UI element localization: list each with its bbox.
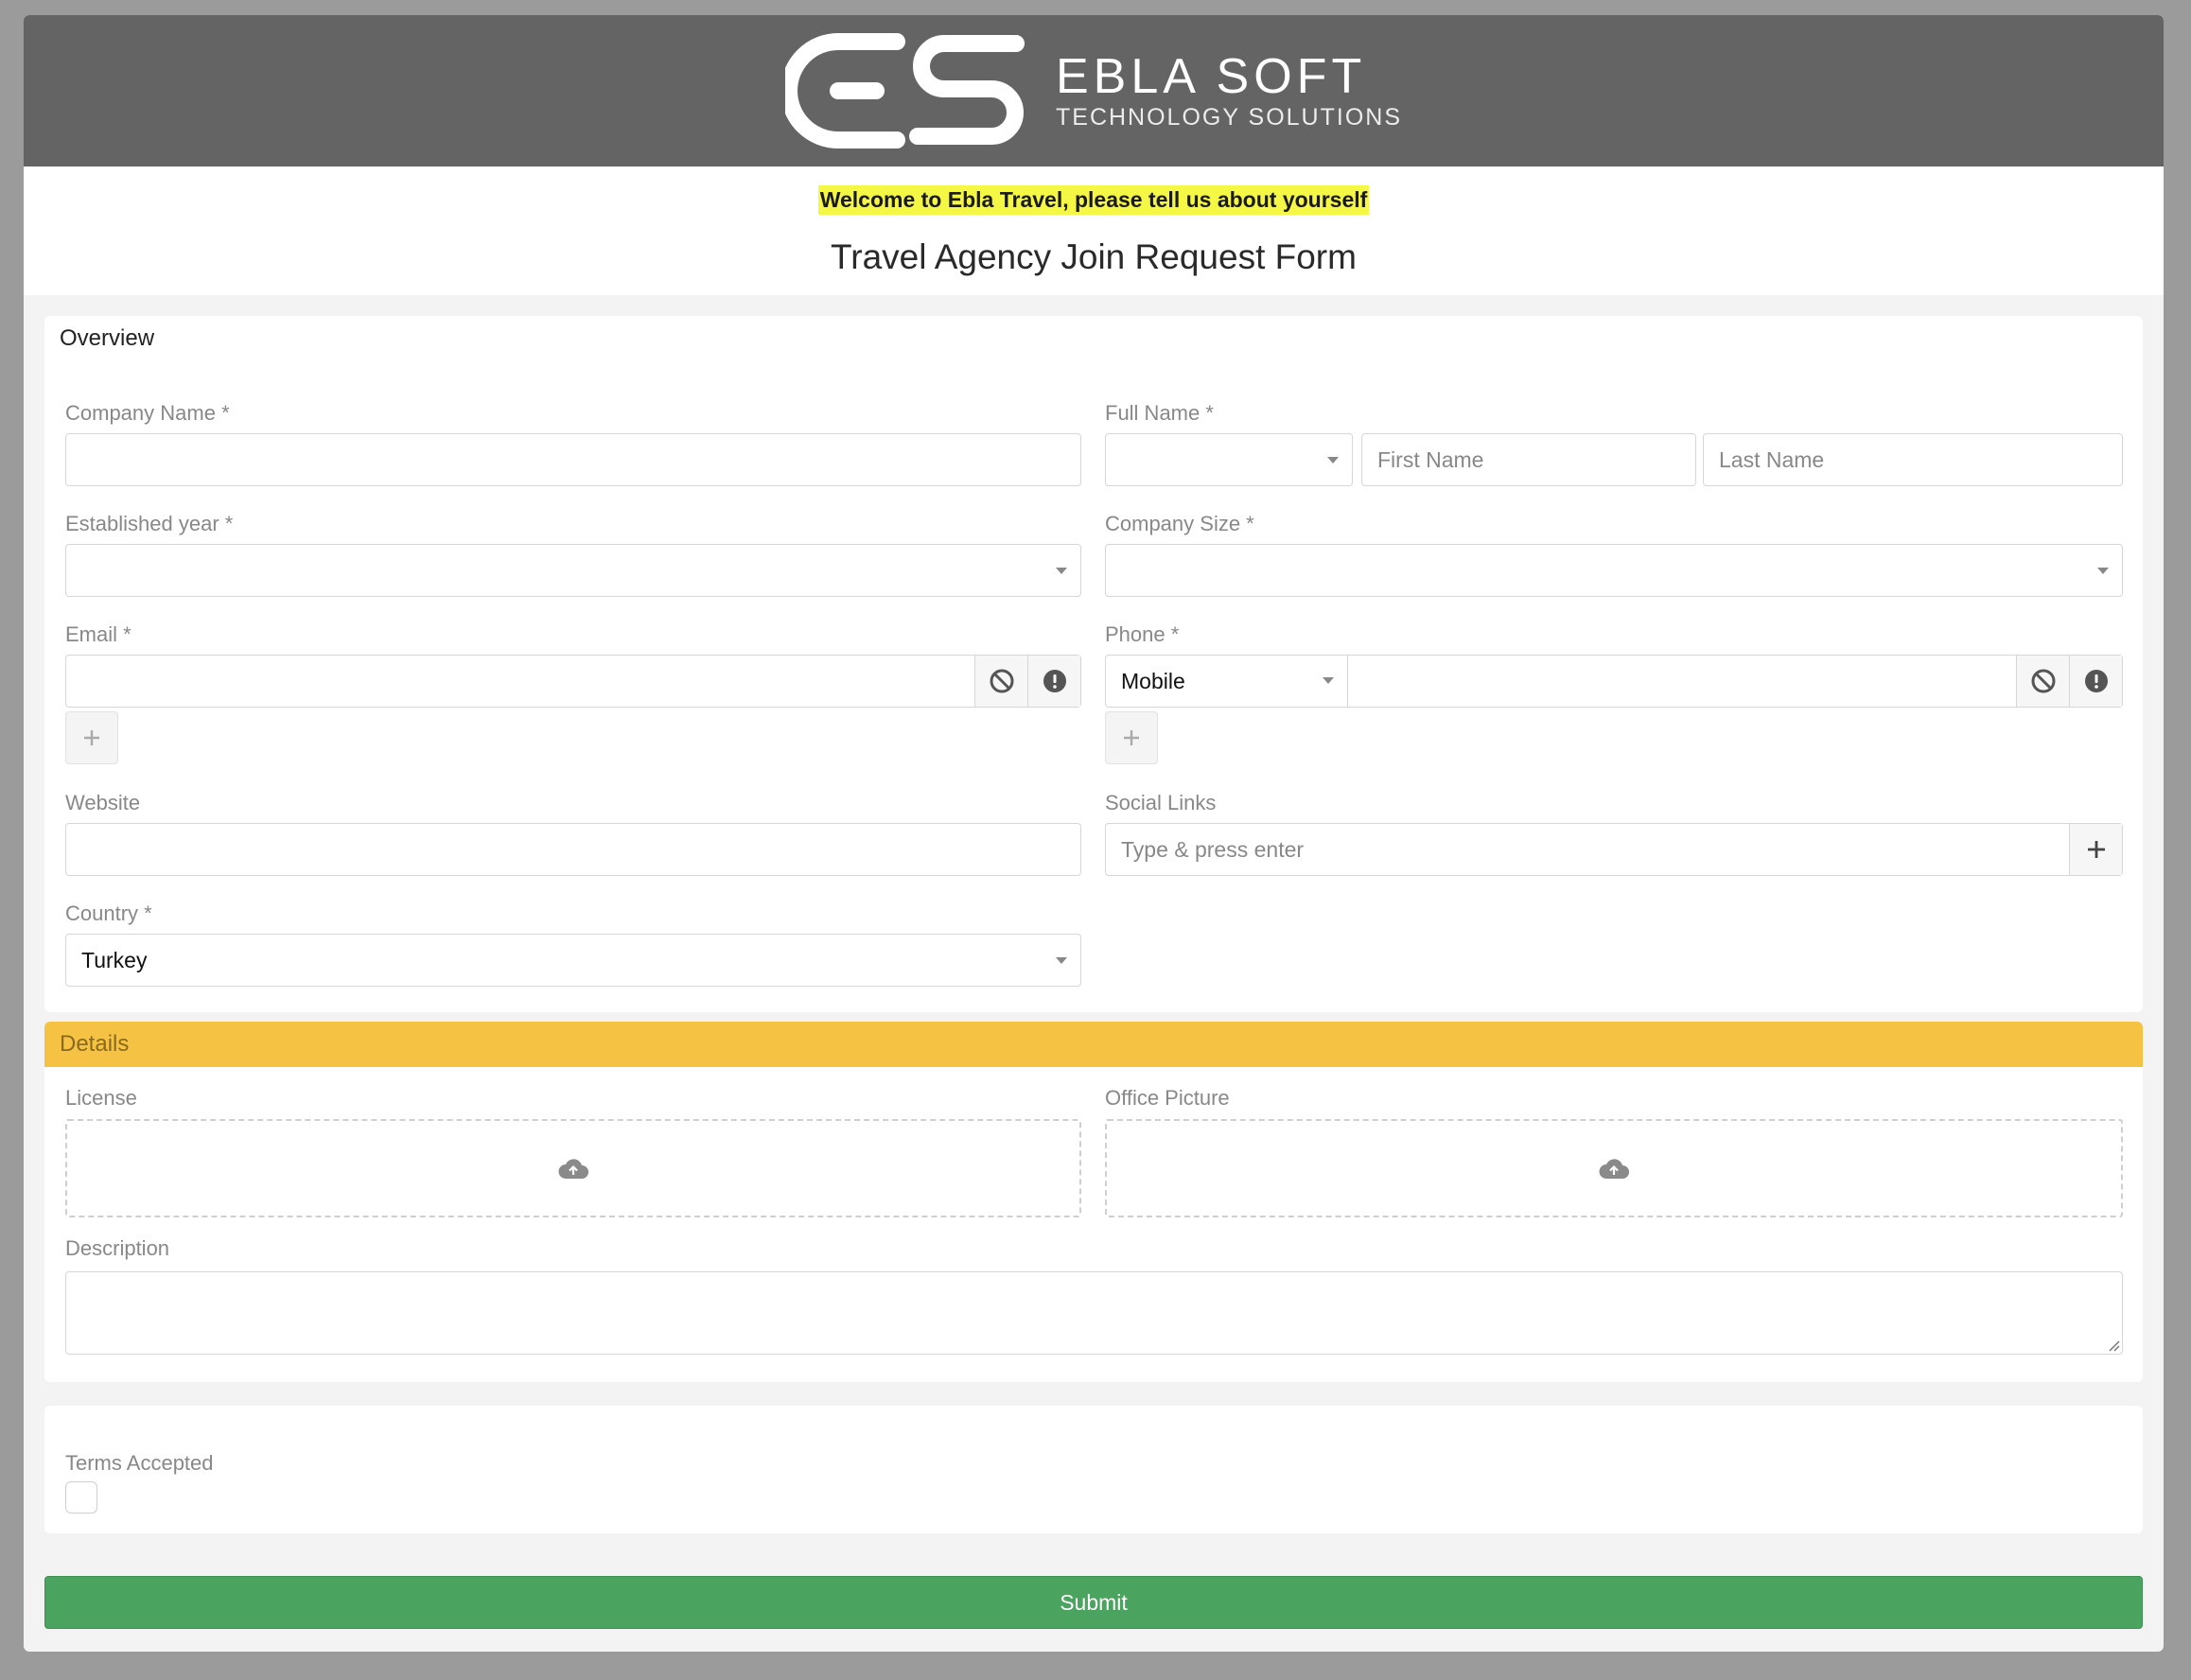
details-panel: Details License Office Picture Descripti…: [44, 1022, 2143, 1382]
established-year-label: Established year *: [65, 512, 234, 535]
welcome-message: Welcome to Ebla Travel, please tell us a…: [817, 185, 1370, 215]
ban-icon: [990, 669, 1013, 693]
cloud-upload-icon: [1599, 1159, 1629, 1179]
caret-down-icon: [1056, 568, 1067, 574]
submit-button[interactable]: Submit: [44, 1576, 2143, 1629]
phone-validation-indicator: [2069, 656, 2122, 707]
brand-header: EBLA SOFT TECHNOLOGY SOLUTIONS: [24, 15, 2164, 166]
email-validation-indicator: [1027, 656, 1080, 707]
social-links-label: Social Links: [1105, 791, 1217, 814]
last-name-placeholder: Last Name: [1719, 446, 1825, 472]
terms-checkbox[interactable]: [65, 1481, 97, 1514]
resize-handle-icon[interactable]: [2107, 1339, 2120, 1352]
plus-icon: [2087, 841, 2105, 858]
logo-text: EBLA SOFT TECHNOLOGY SOLUTIONS: [1056, 50, 1402, 131]
overview-heading: Overview: [60, 325, 155, 351]
email-label: Email *: [65, 622, 131, 646]
add-phone-button[interactable]: [1105, 711, 1158, 764]
brand-name: EBLA SOFT: [1056, 49, 1367, 104]
description-label: Description: [65, 1236, 170, 1260]
phone-type-value: Mobile: [1121, 668, 1185, 693]
first-name-placeholder: First Name: [1377, 446, 1484, 472]
phone-label: Phone *: [1105, 622, 1180, 646]
caret-down-icon: [1056, 957, 1067, 964]
office-picture-upload-dropzone[interactable]: [1105, 1119, 2123, 1217]
office-picture-label: Office Picture: [1105, 1086, 1230, 1110]
form-page: EBLA SOFT TECHNOLOGY SOLUTIONS Welcome t…: [24, 15, 2164, 1652]
description-textarea[interactable]: [65, 1271, 2123, 1355]
company-name-input[interactable]: [65, 433, 1081, 486]
terms-panel: Terms Accepted: [44, 1406, 2143, 1533]
brand-tagline: TECHNOLOGY SOLUTIONS: [1056, 104, 1402, 131]
phone-number-input[interactable]: [1348, 656, 2016, 707]
add-social-link-button[interactable]: [2069, 824, 2122, 875]
email-input[interactable]: [65, 655, 1081, 708]
intro-section: Welcome to Ebla Travel, please tell us a…: [24, 166, 2164, 295]
first-name-input[interactable]: First Name: [1361, 433, 1696, 486]
email-clear-button[interactable]: [974, 656, 1027, 707]
description-value: [66, 1272, 81, 1288]
phone-clear-button[interactable]: [2016, 656, 2069, 707]
exclamation-circle-icon: [2084, 670, 2108, 692]
country-value: Turkey: [81, 947, 148, 972]
company-size-select[interactable]: [1105, 544, 2123, 597]
company-size-label: Company Size *: [1105, 512, 1254, 535]
overview-panel: Overview Company Name * Full Name * Firs…: [44, 316, 2143, 1012]
established-year-select[interactable]: [65, 544, 1081, 597]
details-heading: Details: [44, 1022, 2143, 1067]
company-name-label: Company Name *: [65, 401, 230, 425]
website-input[interactable]: [65, 823, 1081, 876]
license-label: License: [65, 1086, 137, 1110]
country-select[interactable]: Turkey: [65, 934, 1081, 987]
exclamation-circle-icon: [1043, 670, 1066, 692]
page-title: Travel Agency Join Request Form: [831, 237, 1357, 276]
terms-label: Terms Accepted: [65, 1451, 214, 1475]
ban-icon: [2031, 669, 2055, 693]
caret-down-icon: [1323, 677, 1334, 684]
add-email-button[interactable]: [65, 711, 118, 764]
phone-type-select[interactable]: Mobile: [1106, 656, 1348, 707]
country-label: Country *: [65, 901, 152, 925]
caret-down-icon: [1327, 457, 1339, 464]
website-label: Website: [65, 791, 141, 814]
license-upload-dropzone[interactable]: [65, 1119, 1081, 1217]
cloud-upload-icon: [558, 1159, 588, 1179]
phone-number-value: [1348, 656, 1363, 680]
social-links-input[interactable]: Type & press enter: [1105, 823, 2123, 876]
name-title-select[interactable]: [1105, 433, 1353, 486]
full-name-label: Full Name *: [1105, 401, 1214, 425]
caret-down-icon: [2097, 568, 2109, 574]
last-name-input[interactable]: Last Name: [1703, 433, 2123, 486]
company-logo: EBLA SOFT TECHNOLOGY SOLUTIONS: [785, 28, 1402, 153]
phone-field: Mobile: [1105, 655, 2123, 708]
plus-icon: [84, 730, 99, 745]
social-links-placeholder: Type & press enter: [1121, 836, 1305, 862]
plus-icon: [1124, 730, 1139, 745]
es-logo-icon: [785, 33, 1025, 149]
